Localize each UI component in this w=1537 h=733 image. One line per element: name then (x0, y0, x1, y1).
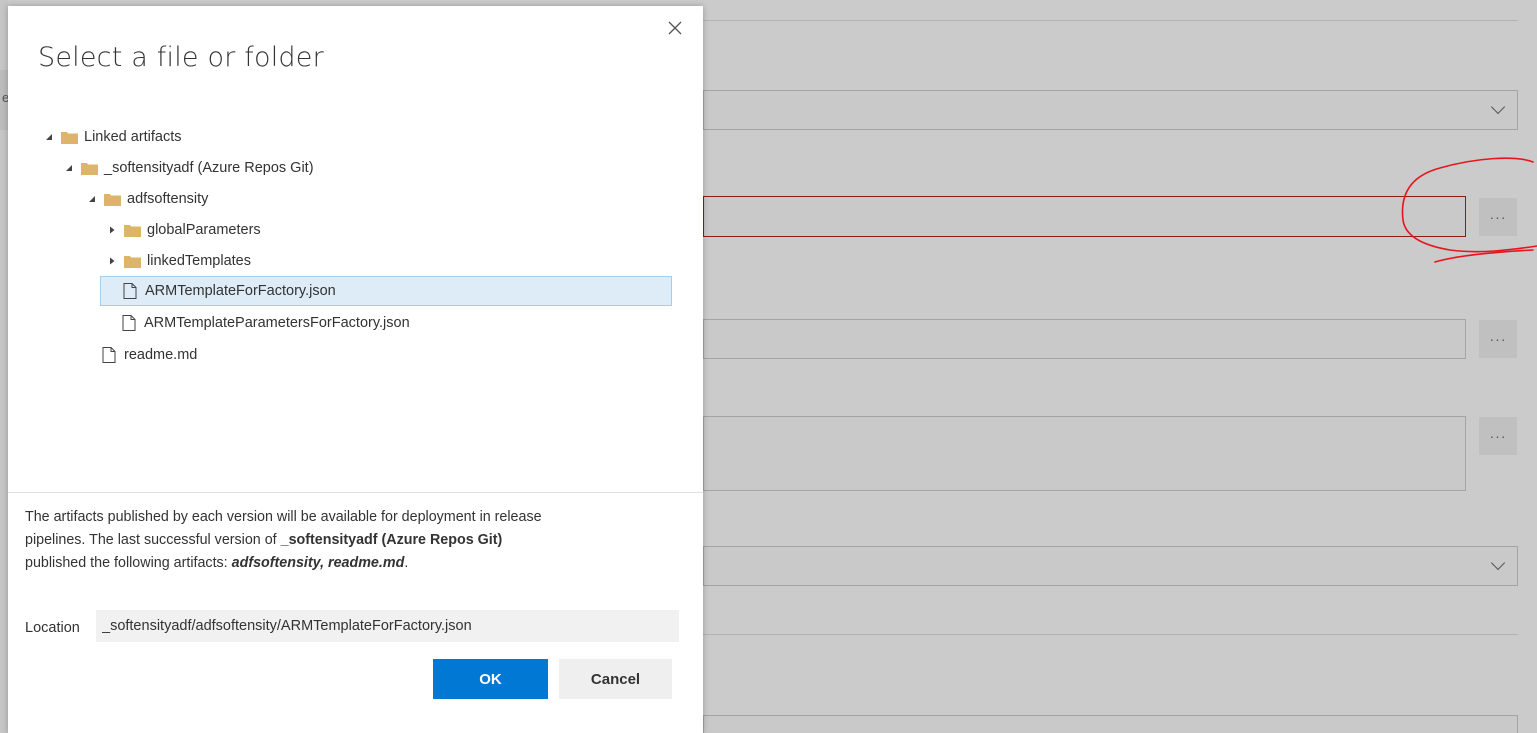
dialog-divider (8, 492, 703, 493)
folder-icon (61, 131, 78, 144)
folder-icon (124, 224, 141, 237)
tree-item-label: globalParameters (147, 222, 261, 238)
tree-item-label: adfsoftensity (127, 191, 209, 207)
location-label: Location (25, 620, 80, 636)
red-circle-annotation (1401, 157, 1537, 263)
bottom-field[interactable] (703, 715, 1518, 733)
dialog-title: Select a file or folder (38, 42, 324, 73)
browse-parameters-button[interactable]: ··· (1479, 320, 1517, 358)
dropdown-field[interactable] (703, 90, 1518, 130)
tree-item-label: linkedTemplates (147, 253, 251, 269)
close-button[interactable] (663, 16, 687, 40)
cancel-button[interactable]: Cancel (559, 659, 672, 699)
tree-item-linkedtemplates[interactable]: linkedTemplates (106, 246, 251, 276)
divider-line (703, 20, 1518, 21)
tree-item-label: ARMTemplateForFactory.json (145, 283, 336, 299)
tree-item-globalparameters[interactable]: globalParameters (106, 215, 261, 245)
parameters-path-field[interactable] (703, 319, 1466, 359)
tree-item-armtemplateforfactory[interactable]: ARMTemplateForFactory.json (100, 276, 672, 306)
info-line-1: The artifacts published by each version … (25, 509, 542, 525)
tree-item-armtemplateparametersforfactory[interactable]: ARMTemplateParametersForFactory.json (122, 308, 410, 338)
location-input[interactable] (96, 610, 679, 642)
file-icon (122, 315, 136, 331)
select-file-dialog: Select a file or folder Linked artifacts… (8, 6, 703, 733)
folder-icon (81, 162, 98, 175)
tree-item-label: ARMTemplateParametersForFactory.json (144, 315, 410, 331)
tree-item-linked-artifacts[interactable]: Linked artifacts (43, 122, 182, 152)
tree-item-label: readme.md (124, 347, 198, 363)
expanded-triangle-icon[interactable] (86, 193, 98, 205)
tree-item-label: Linked artifacts (84, 129, 182, 145)
edit-override-button[interactable]: ··· (1479, 417, 1517, 455)
file-icon (102, 347, 116, 363)
tree-item-readme[interactable]: readme.md (102, 340, 197, 370)
tree-item-softensityadf[interactable]: _softensityadf (Azure Repos Git) (63, 153, 314, 183)
file-icon (123, 283, 137, 299)
tree-item-adfsoftensity[interactable]: adfsoftensity (86, 184, 208, 214)
collapsed-triangle-icon[interactable] (106, 224, 118, 236)
info-line-3: published the following artifacts: adfso… (25, 555, 409, 571)
expanded-triangle-icon[interactable] (43, 131, 55, 143)
expanded-triangle-icon[interactable] (63, 162, 75, 174)
tree-item-label: _softensityadf (Azure Repos Git) (104, 160, 314, 176)
folder-icon (124, 255, 141, 268)
override-parameters-field[interactable] (703, 416, 1466, 491)
ok-button[interactable]: OK (433, 659, 548, 699)
close-icon (668, 21, 682, 35)
collapsed-triangle-icon[interactable] (106, 255, 118, 267)
deployment-mode-dropdown[interactable] (703, 546, 1518, 586)
artifacts-info-text: The artifacts published by each version … (25, 506, 695, 575)
folder-icon (104, 193, 121, 206)
info-line-2: pipelines. The last successful version o… (25, 532, 503, 548)
template-path-field[interactable] (703, 196, 1466, 237)
divider-line (703, 634, 1518, 635)
